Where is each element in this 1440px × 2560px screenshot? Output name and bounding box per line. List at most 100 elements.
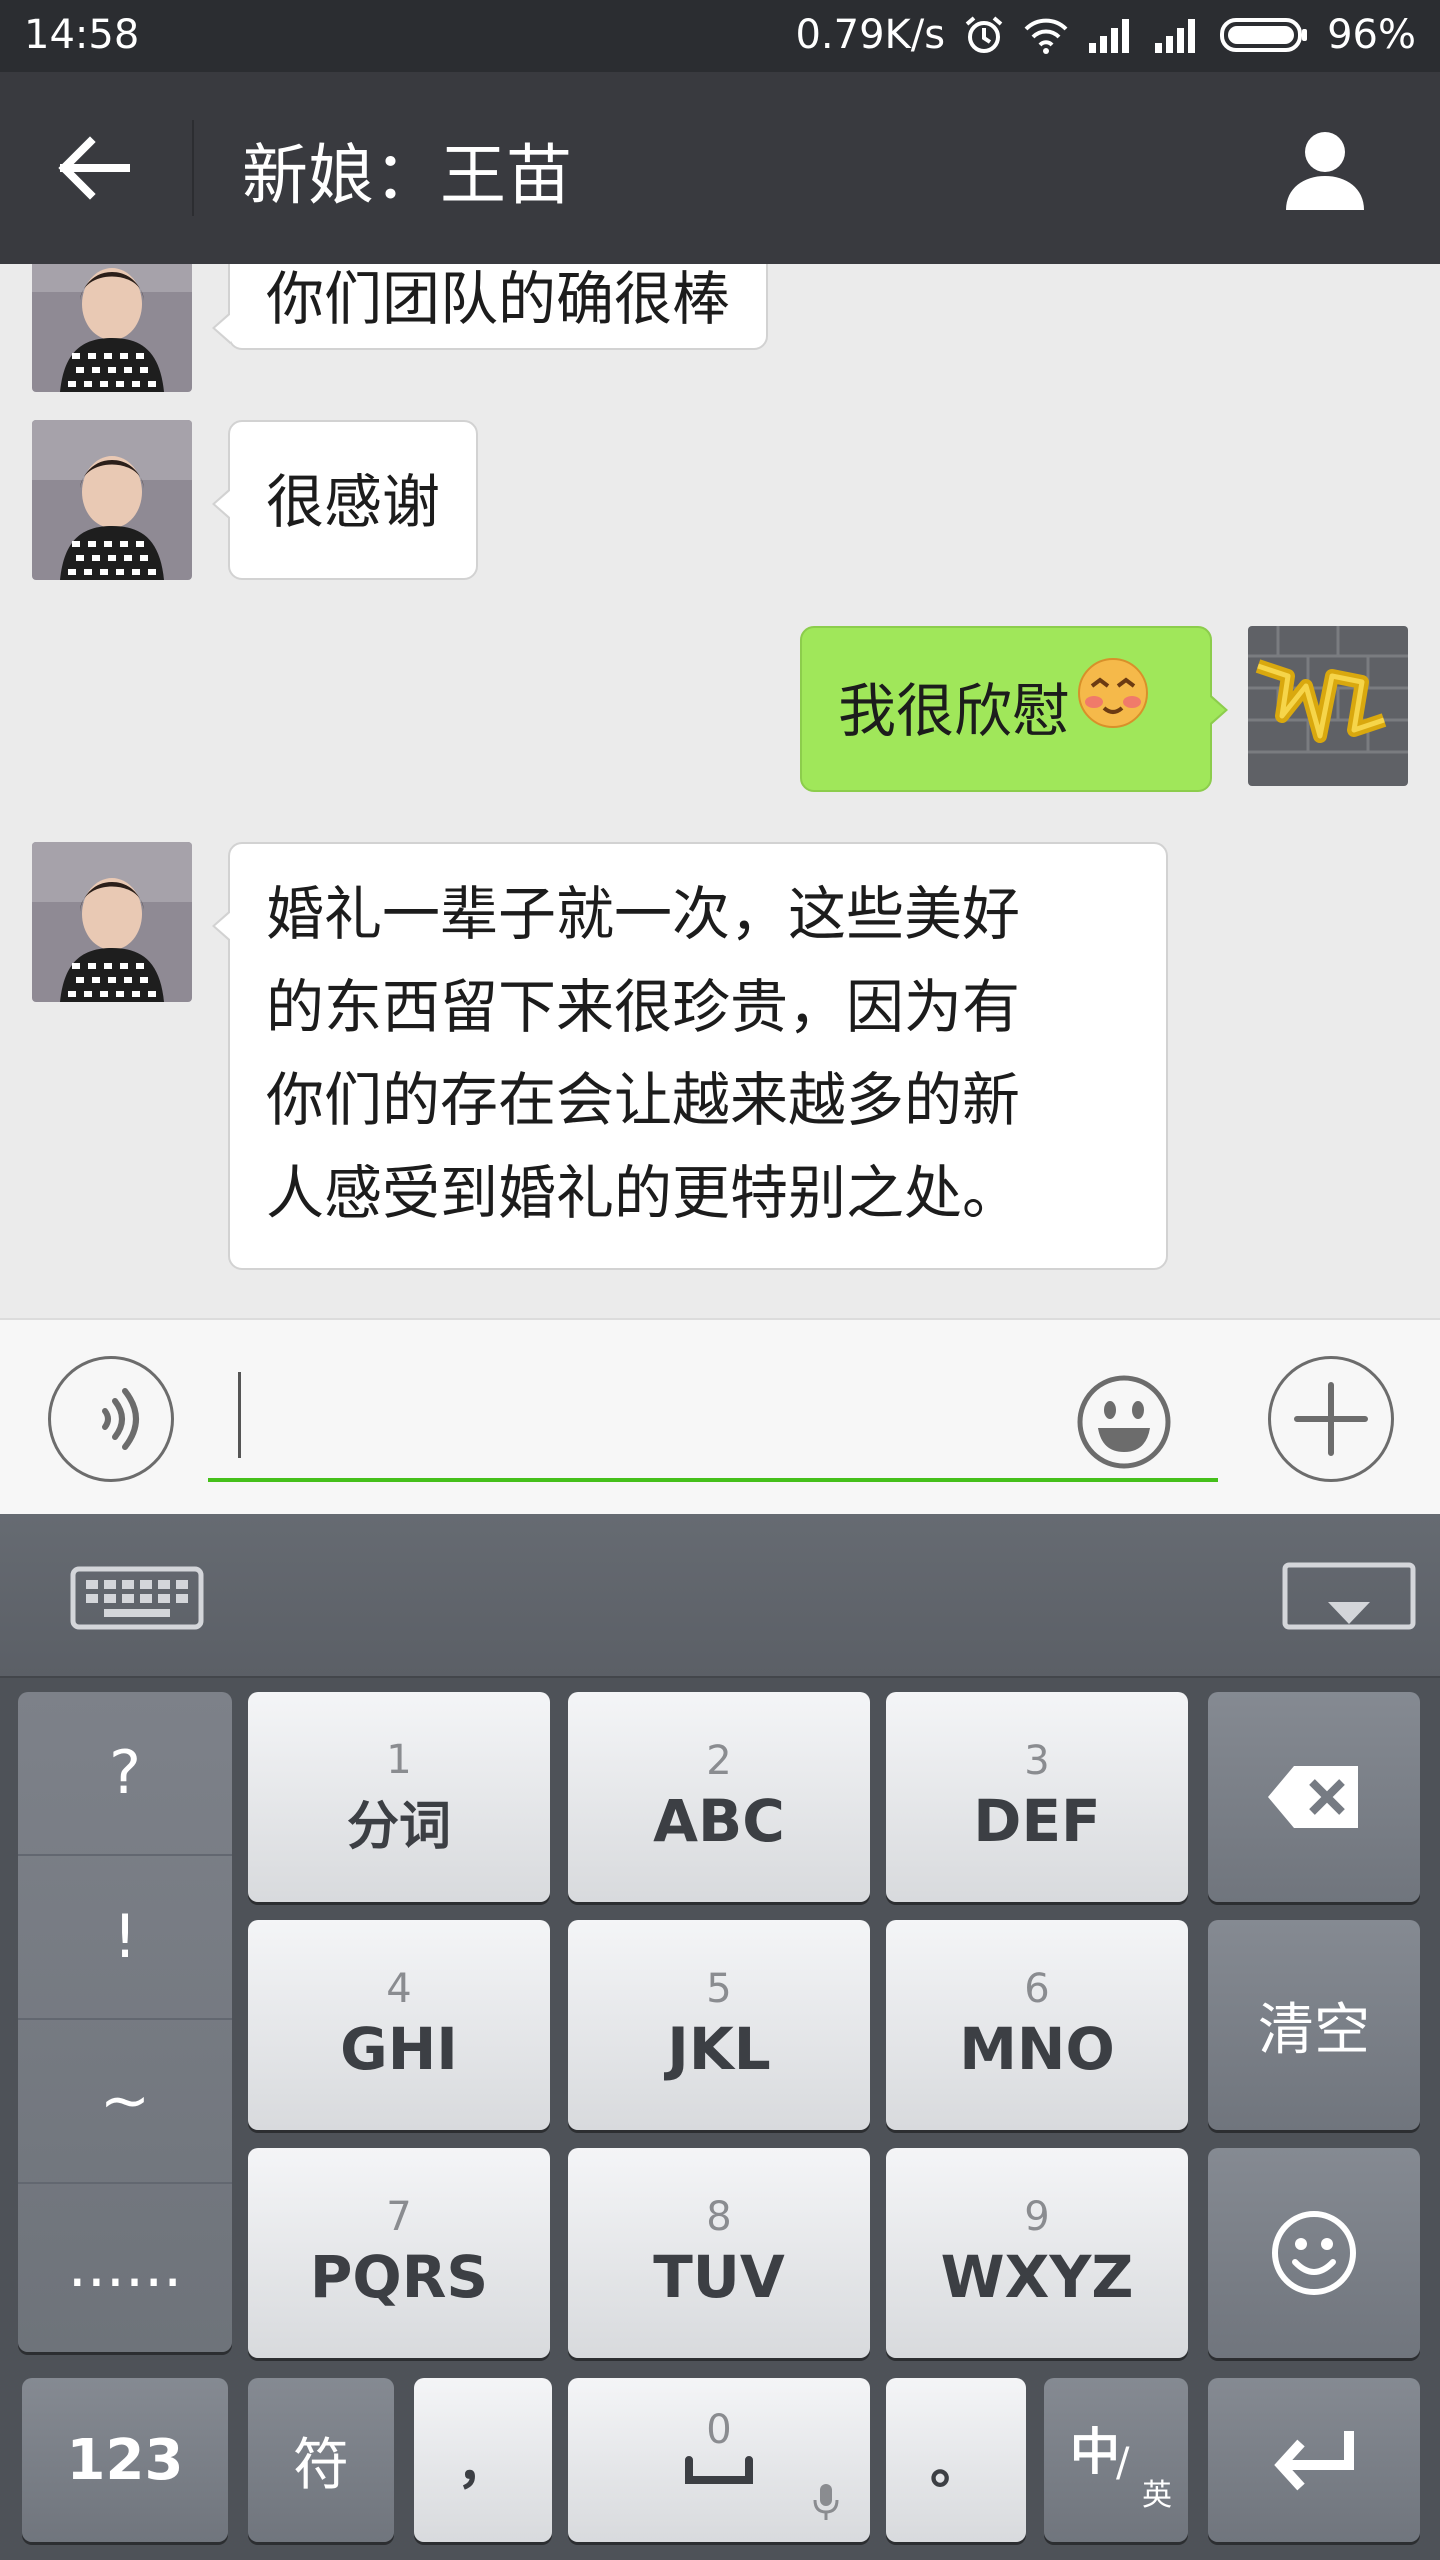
message-line: 婚礼一辈子就一次，这些美好 — [266, 880, 1021, 948]
person-icon — [1286, 132, 1364, 210]
key-number: 9 — [1024, 2194, 1050, 2240]
chat-area[interactable]: 你们团队的确很棒 很感谢 我很欣慰 婚礼一辈子就一次，这些美好 的东西留下来很珍… — [0, 264, 1440, 1318]
backspace-icon — [1268, 1766, 1358, 1828]
period-key[interactable]: 。 — [886, 2378, 1026, 2542]
key-number: 6 — [1024, 1966, 1050, 2012]
key-2[interactable]: 2 ABC — [568, 1692, 870, 1902]
emoji-key[interactable] — [1208, 2148, 1420, 2358]
punct-key-question[interactable]: ? — [18, 1692, 232, 1856]
alarm-icon — [963, 14, 1005, 56]
avatar[interactable] — [32, 264, 192, 392]
message-line: 人感受到婚礼的更特别之处。 — [266, 1159, 1021, 1227]
clear-key[interactable]: 清空 — [1208, 1920, 1420, 2130]
status-time: 14:58 — [24, 12, 140, 58]
lang-sub-label: 英 — [1142, 2478, 1172, 2513]
language-switch-glyph: 中 / 英 — [1056, 2410, 1176, 2513]
signal-icon — [1087, 17, 1135, 53]
microphone-icon — [813, 2484, 839, 2520]
keyboard-icon — [70, 1566, 204, 1630]
key-label: DEF — [973, 1787, 1101, 1855]
hide-keyboard-button[interactable] — [1282, 1562, 1416, 1636]
plus-icon — [1294, 1382, 1368, 1456]
message-bubble[interactable]: 很感谢 — [211, 420, 479, 580]
key-number: 0 — [706, 2407, 732, 2453]
back-button[interactable] — [50, 128, 140, 208]
key-3[interactable]: 3 DEF — [886, 1692, 1188, 1902]
status-icons: 0.79K/s 96% — [795, 12, 1416, 58]
my-avatar[interactable] — [1248, 626, 1408, 786]
key-label: JKL — [667, 2015, 771, 2083]
lang-main-label: 中 — [1070, 2423, 1120, 2481]
profile-button[interactable] — [1280, 124, 1370, 214]
period-label: 。 — [929, 2435, 982, 2496]
text-caret — [238, 1372, 241, 1458]
keyboard-switch-button[interactable] — [70, 1566, 204, 1630]
back-arrow-icon — [58, 136, 130, 200]
punct-key-exclaim[interactable]: ! — [18, 1856, 232, 2020]
symbol-label: 符 — [293, 2432, 349, 2498]
avatar[interactable] — [32, 842, 192, 1002]
key-number: 1 — [386, 1736, 412, 1783]
key-8[interactable]: 8 TUV — [568, 2148, 870, 2358]
backspace-key[interactable] — [1208, 1692, 1420, 1902]
title-bar: 新娘：王苗 — [0, 72, 1440, 264]
avatar[interactable] — [32, 420, 192, 580]
title-divider — [192, 120, 194, 216]
clear-label: 清空 — [1258, 1997, 1370, 2063]
voice-input-button[interactable] — [48, 1356, 174, 1482]
battery-level: 96% — [1327, 12, 1416, 58]
key-7[interactable]: 7 PQRS — [248, 2148, 550, 2358]
key-label: TUV — [653, 2243, 785, 2311]
composer-bar — [0, 1318, 1440, 1514]
number-mode-key[interactable]: 123 — [22, 2378, 228, 2542]
key-number: 3 — [1024, 1738, 1050, 1784]
key-label: PQRS — [309, 2243, 489, 2311]
key-5[interactable]: 5 JKL — [568, 1920, 870, 2130]
key-label: MNO — [959, 2015, 1115, 2083]
key-9[interactable]: 9 WXYZ — [886, 2148, 1188, 2358]
voice-wave-icon — [102, 1388, 139, 1450]
key-6[interactable]: 6 MNO — [886, 1920, 1188, 2130]
emoji-button[interactable] — [1076, 1374, 1172, 1470]
battery-icon — [1219, 15, 1309, 55]
lang-separator: / — [1116, 2440, 1130, 2486]
message-bubble[interactable]: 婚礼一辈子就一次，这些美好 的东西留下来很珍贵，因为有 你们的存在会让越来越多的… — [212, 842, 1168, 1270]
key-number: 2 — [706, 1738, 732, 1784]
hide-keyboard-icon — [1282, 1562, 1416, 1630]
language-switch-key[interactable]: 中 / 英 — [1044, 2378, 1188, 2542]
punct-key-ellipsis[interactable]: ...... — [18, 2184, 232, 2348]
message-input[interactable] — [208, 1360, 1218, 1482]
key-1[interactable]: 1 分词 — [248, 1692, 550, 1902]
key-label: ABC — [653, 1787, 785, 1855]
key-number: 8 — [706, 2194, 732, 2240]
message-line: 你们的存在会让越来越多的新 — [266, 1066, 1021, 1134]
key-4[interactable]: 4 GHI — [248, 1920, 550, 2130]
punct-key-tilde[interactable]: ~ — [18, 2020, 232, 2184]
status-bar: 14:58 0.79K/s 96% — [0, 0, 1440, 72]
key-number: 5 — [706, 1966, 732, 2012]
key-number: 4 — [386, 1966, 412, 2012]
smiley-icon — [1077, 1375, 1171, 1469]
enter-key[interactable] — [1208, 2378, 1420, 2542]
message-bubble[interactable]: 你们团队的确很棒 — [211, 264, 769, 350]
message-text: 你们团队的确很棒 — [266, 265, 731, 333]
comma-key[interactable]: ， — [414, 2378, 552, 2542]
key-number: 7 — [386, 2194, 412, 2240]
message-line: 的东西留下来很珍贵，因为有 — [266, 973, 1021, 1041]
network-speed: 0.79K/s — [795, 12, 946, 58]
message-text: 我很欣慰 — [838, 677, 1071, 745]
message-text: 很感谢 — [266, 468, 441, 536]
punctuation-column: ? ! ~ ...... — [18, 1692, 232, 2352]
ime-keyboard: ? ! ~ ...... 1 分词 2 ABC 3 DEF 4 GHI 5 JK… — [0, 1514, 1440, 2560]
chat-title: 新娘：王苗 — [242, 137, 572, 214]
signal-icon-2 — [1153, 17, 1201, 53]
more-options-button[interactable] — [1268, 1356, 1394, 1482]
key-label: WXYZ — [940, 2243, 1134, 2311]
enter-arrow-icon — [1274, 2431, 1354, 2491]
space-key[interactable]: 0 — [568, 2378, 870, 2542]
number-mode-label: 123 — [66, 2427, 184, 2493]
smiley-icon — [1272, 2211, 1356, 2295]
symbol-key[interactable]: 符 — [248, 2378, 394, 2542]
space-icon — [685, 2456, 753, 2484]
my-message-bubble[interactable]: 我很欣慰 — [800, 626, 1228, 792]
